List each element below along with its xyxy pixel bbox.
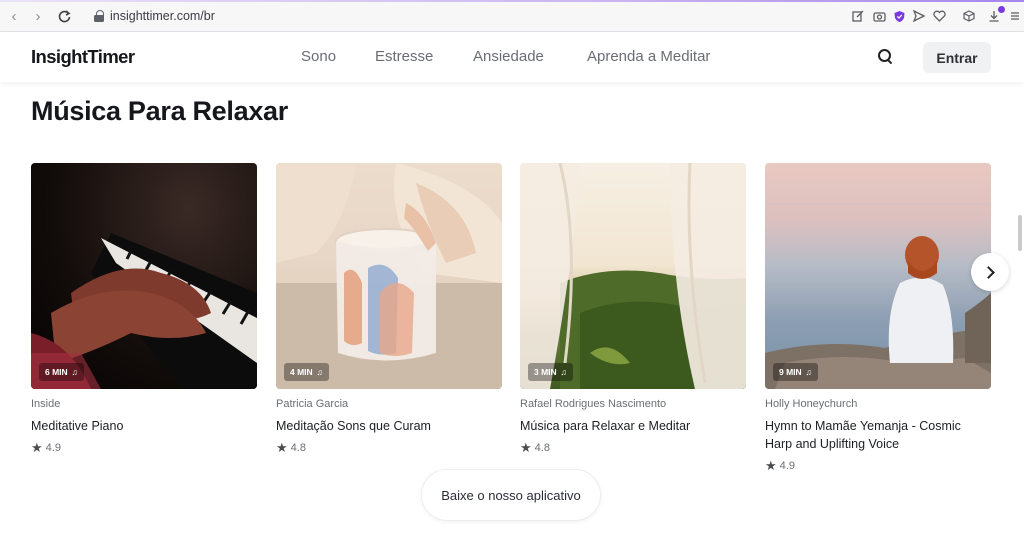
track-author[interactable]: Inside <box>31 398 60 410</box>
shield-extension-icon[interactable] <box>891 8 907 24</box>
back-arrow-icon[interactable]: ‹ <box>6 8 22 25</box>
heart-icon[interactable] <box>931 8 947 24</box>
track-author[interactable]: Patricia Garcia <box>276 398 348 410</box>
insight-timer-logo[interactable]: InsightTimer <box>31 46 135 68</box>
url-text: insighttimer.com/br <box>110 9 215 23</box>
track-author[interactable]: Holly Honeychurch <box>765 398 857 410</box>
nav-link-aprenda-a-meditar[interactable]: Aprenda a Meditar <box>587 48 710 65</box>
rating-value: 4.9 <box>779 460 795 472</box>
track-author[interactable]: Rafael Rodrigues Nascimento <box>520 398 666 410</box>
duration-badge: 3 MIN ♫ <box>528 363 574 381</box>
download-badge <box>998 6 1005 13</box>
tab-accent-strip <box>0 0 1024 2</box>
forward-arrow-icon[interactable]: › <box>30 8 46 25</box>
duration-badge: 9 MIN ♫ <box>773 363 819 381</box>
search-icon[interactable] <box>878 49 894 65</box>
track-thumbnail-curtain-view[interactable]: 3 MIN ♫ <box>520 163 746 389</box>
track-card[interactable]: 4 MIN ♫ Patricia Garcia Meditação Sons qu… <box>276 163 502 455</box>
section-title: Música Para Relaxar <box>31 96 288 126</box>
track-card[interactable]: 6 MIN ♫ Inside Meditative Piano ★ 4.9 <box>31 163 257 455</box>
music-note-icon: ♫ <box>316 367 324 377</box>
music-note-icon: ♫ <box>560 367 568 377</box>
track-title[interactable]: Meditative Piano <box>31 417 257 435</box>
rating-value: 4.8 <box>534 442 550 454</box>
nav-link-sono[interactable]: Sono <box>301 48 336 65</box>
track-thumbnail-crystal-bowl[interactable]: 4 MIN ♫ <box>276 163 502 389</box>
lock-icon <box>94 10 104 22</box>
track-card[interactable]: 3 MIN ♫ Rafael Rodrigues Nascimento Músic… <box>520 163 746 455</box>
star-icon: ★ <box>520 440 532 455</box>
track-rating: ★ 4.8 <box>276 440 306 456</box>
rating-value: 4.9 <box>45 442 61 454</box>
duration-text: 6 MIN <box>45 367 68 377</box>
duration-text: 9 MIN <box>779 367 802 377</box>
duration-text: 3 MIN <box>534 367 557 377</box>
track-rating: ★ 4.9 <box>765 458 795 474</box>
track-rating: ★ 4.8 <box>520 440 550 456</box>
music-note-icon: ♫ <box>805 367 813 377</box>
track-thumbnail-woman-at-sea[interactable]: 9 MIN ♫ <box>765 163 991 389</box>
track-title[interactable]: Meditação Sons que Curam <box>276 417 502 435</box>
reload-icon[interactable] <box>56 8 72 24</box>
camera-icon[interactable] <box>871 8 887 24</box>
site-header: InsightTimer Sono Estresse Ansiedade Apr… <box>0 32 1024 82</box>
star-icon: ★ <box>276 440 288 455</box>
star-icon: ★ <box>31 440 43 455</box>
track-thumbnail-piano[interactable]: 6 MIN ♫ <box>31 163 257 389</box>
music-note-icon: ♫ <box>71 367 79 377</box>
duration-text: 4 MIN <box>290 367 313 377</box>
carousel-next-chevron-icon[interactable] <box>971 253 1009 291</box>
rating-value: 4.8 <box>290 442 306 454</box>
menu-icon[interactable] <box>1009 8 1021 24</box>
login-button[interactable]: Entrar <box>923 42 991 73</box>
nav-link-estresse[interactable]: Estresse <box>375 48 433 65</box>
browser-toolbar: ‹ › insighttimer.com/br <box>0 0 1024 32</box>
star-icon: ★ <box>765 458 777 473</box>
page-scrollbar[interactable] <box>1018 215 1022 251</box>
track-rating: ★ 4.9 <box>31 440 61 456</box>
download-app-button[interactable]: Baixe o nosso aplicativo <box>421 469 601 521</box>
edit-icon[interactable] <box>850 8 866 24</box>
send-icon[interactable] <box>911 8 927 24</box>
track-title[interactable]: Hymn to Mamãe Yemanja - Cosmic Harp and … <box>765 417 991 453</box>
nav-link-ansiedade[interactable]: Ansiedade <box>473 48 544 65</box>
cube-extension-icon[interactable] <box>961 8 977 24</box>
track-title[interactable]: Música para Relaxar e Meditar <box>520 417 746 435</box>
duration-badge: 6 MIN ♫ <box>39 363 85 381</box>
address-bar[interactable]: insighttimer.com/br <box>94 8 215 24</box>
duration-badge: 4 MIN ♫ <box>284 363 330 381</box>
track-card[interactable]: 9 MIN ♫ Holly Honeychurch Hymn to Mamãe Y… <box>765 163 991 473</box>
